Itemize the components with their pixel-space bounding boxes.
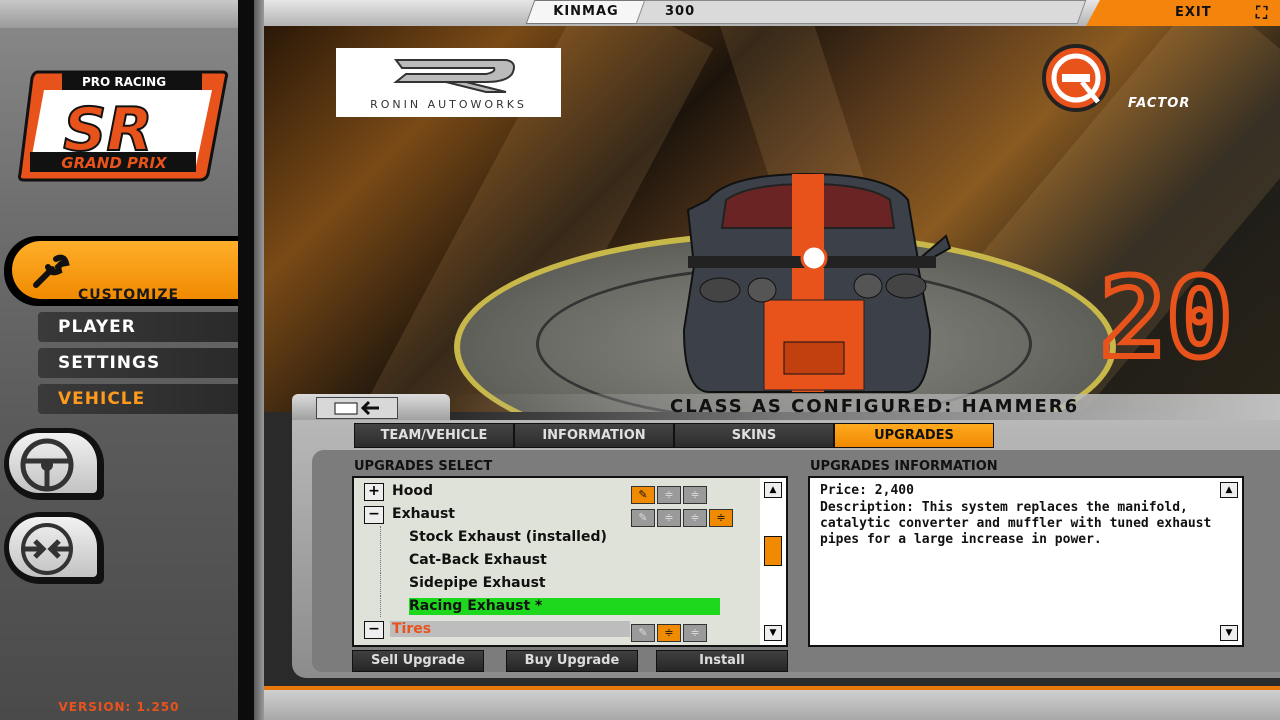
rfactor-label: FACTOR (1128, 96, 1191, 111)
install-button[interactable]: Install (656, 650, 788, 672)
tires-label: Tires (392, 621, 432, 637)
back-button[interactable] (316, 397, 398, 419)
menu-vehicle-label: VEHICLE (58, 389, 146, 409)
option-label: Sidepipe Exhaust (409, 575, 546, 591)
level-icon: ≑ (683, 624, 707, 642)
sidebar-divider (238, 0, 254, 720)
level-icon: ≑ (657, 486, 681, 504)
scroll-thumb[interactable] (764, 536, 782, 566)
exhaust-label: Exhaust (392, 506, 455, 522)
price-text: Price: 2,400 (820, 483, 914, 498)
car-number-display: 20 (1097, 254, 1235, 382)
hood-label: Hood (392, 483, 433, 499)
multiplayer-button-face (9, 517, 97, 577)
menu-settings[interactable]: SETTINGS (38, 348, 238, 378)
list-item-tires[interactable]: − Tires ✎ ≑ ≑ (354, 618, 762, 642)
menu-player-label: PLAYER (58, 317, 136, 337)
buy-upgrade-button[interactable]: Buy Upgrade (506, 650, 638, 672)
wrench-icon: ✎ (631, 509, 655, 527)
list-item-option[interactable]: Sidepipe Exhaust (354, 572, 762, 594)
sr-grand-prix-logo: PRO RACING SR GRAND PRIX (18, 70, 228, 182)
exhaust-level-icons: ✎ ≑ ≑ ≑ (631, 506, 735, 527)
list-item-option[interactable]: Cat-Back Exhaust (354, 549, 762, 571)
close-x-icon[interactable]: ⛶ (1256, 3, 1267, 23)
list-item-option[interactable]: Stock Exhaust (installed) (354, 526, 762, 548)
list-item-exhaust[interactable]: − Exhaust ✎ ≑ ≑ ≑ (354, 503, 762, 527)
scroll-down-icon[interactable]: ▼ (764, 625, 782, 641)
hood-level-icons: ✎ ≑ ≑ (631, 483, 709, 504)
upgrades-list[interactable]: + Hood ✎ ≑ ≑ − Exhaust ✎ ≑ ≑ ≑ Stock Exhaust … (352, 476, 764, 647)
tab-information[interactable]: INFORMATION (514, 423, 674, 448)
upgrades-info-title: UPGRADES INFORMATION (810, 459, 998, 474)
level-icon: ≑ (709, 509, 733, 527)
level-icon: ≑ (657, 624, 681, 642)
car-make-tab: KINMAG (525, 0, 647, 24)
level-icon: ≑ (657, 509, 681, 527)
expand-icon[interactable]: + (364, 483, 384, 501)
scroll-up-icon[interactable]: ▲ (1220, 482, 1238, 498)
race-button[interactable] (4, 428, 104, 500)
option-label: Cat-Back Exhaust (409, 552, 547, 568)
back-arrow-icon (334, 400, 379, 416)
car-number-tab: 300 (635, 0, 1087, 24)
logo-line1: PRO RACING (82, 75, 166, 89)
version-label: VERSION: 1.250 (58, 700, 180, 714)
option-label: Racing Exhaust * (409, 598, 543, 614)
customize-button[interactable]: CUSTOMIZE (4, 236, 238, 306)
level-icon: ≑ (683, 486, 707, 504)
ronin-logo-mark (393, 59, 515, 93)
scroll-down-icon[interactable]: ▼ (1220, 625, 1238, 641)
info-scrollbar[interactable]: ▲ ▼ (1216, 476, 1244, 647)
upgrades-select-title: UPGRADES SELECT (354, 459, 493, 474)
level-icon: ≑ (683, 509, 707, 527)
scroll-up-icon[interactable]: ▲ (764, 482, 782, 498)
multiplayer-button[interactable] (4, 512, 104, 584)
wrench-icon: ✎ (631, 486, 655, 504)
option-label: Stock Exhaust (installed) (409, 529, 607, 545)
list-item-hood[interactable]: + Hood ✎ ≑ ≑ (354, 480, 762, 504)
race-car (682, 172, 952, 393)
wrench-icon (33, 254, 70, 288)
description-text: Description: This system replaces the ma… (820, 500, 1212, 547)
car-number-label: 300 (665, 4, 696, 19)
exit-label[interactable]: EXIT (1175, 5, 1212, 20)
tab-upgrades[interactable]: UPGRADES (834, 423, 994, 448)
ronin-autoworks-logo: RONIN AUTOWORKS (336, 48, 561, 117)
menu-settings-label: SETTINGS (58, 353, 161, 373)
collapse-icon[interactable]: − (364, 621, 384, 639)
class-label: CLASS AS CONFIGURED: HAMMER6 (670, 396, 1080, 417)
customize-button-face: CUSTOMIZE (12, 241, 238, 303)
steering-wheel-icon (20, 438, 74, 492)
race-button-face (9, 433, 97, 493)
tab-team-vehicle[interactable]: TEAM/VEHICLE (354, 423, 514, 448)
upgrades-scrollbar[interactable]: ▲ ▼ (760, 476, 788, 647)
arrows-inward-icon (21, 523, 73, 575)
logo-line3: GRAND PRIX (61, 154, 168, 172)
list-item-option-selected[interactable]: Racing Exhaust * (354, 595, 762, 617)
bottom-bar (264, 690, 1280, 720)
collapse-icon[interactable]: − (364, 506, 384, 524)
sidebar-divider-shade (254, 0, 264, 720)
customize-label: CUSTOMIZE (78, 287, 180, 303)
sell-upgrade-button[interactable]: Sell Upgrade (352, 650, 484, 672)
menu-vehicle[interactable]: VEHICLE (38, 384, 238, 414)
car-make-label: KINMAG (553, 4, 619, 19)
tab-skins[interactable]: SKINS (674, 423, 834, 448)
wrench-icon: ✎ (631, 624, 655, 642)
ronin-autoworks-label: RONIN AUTOWORKS (370, 98, 527, 111)
tires-level-icons: ✎ ≑ ≑ (631, 621, 709, 642)
menu-player[interactable]: PLAYER (38, 312, 238, 342)
